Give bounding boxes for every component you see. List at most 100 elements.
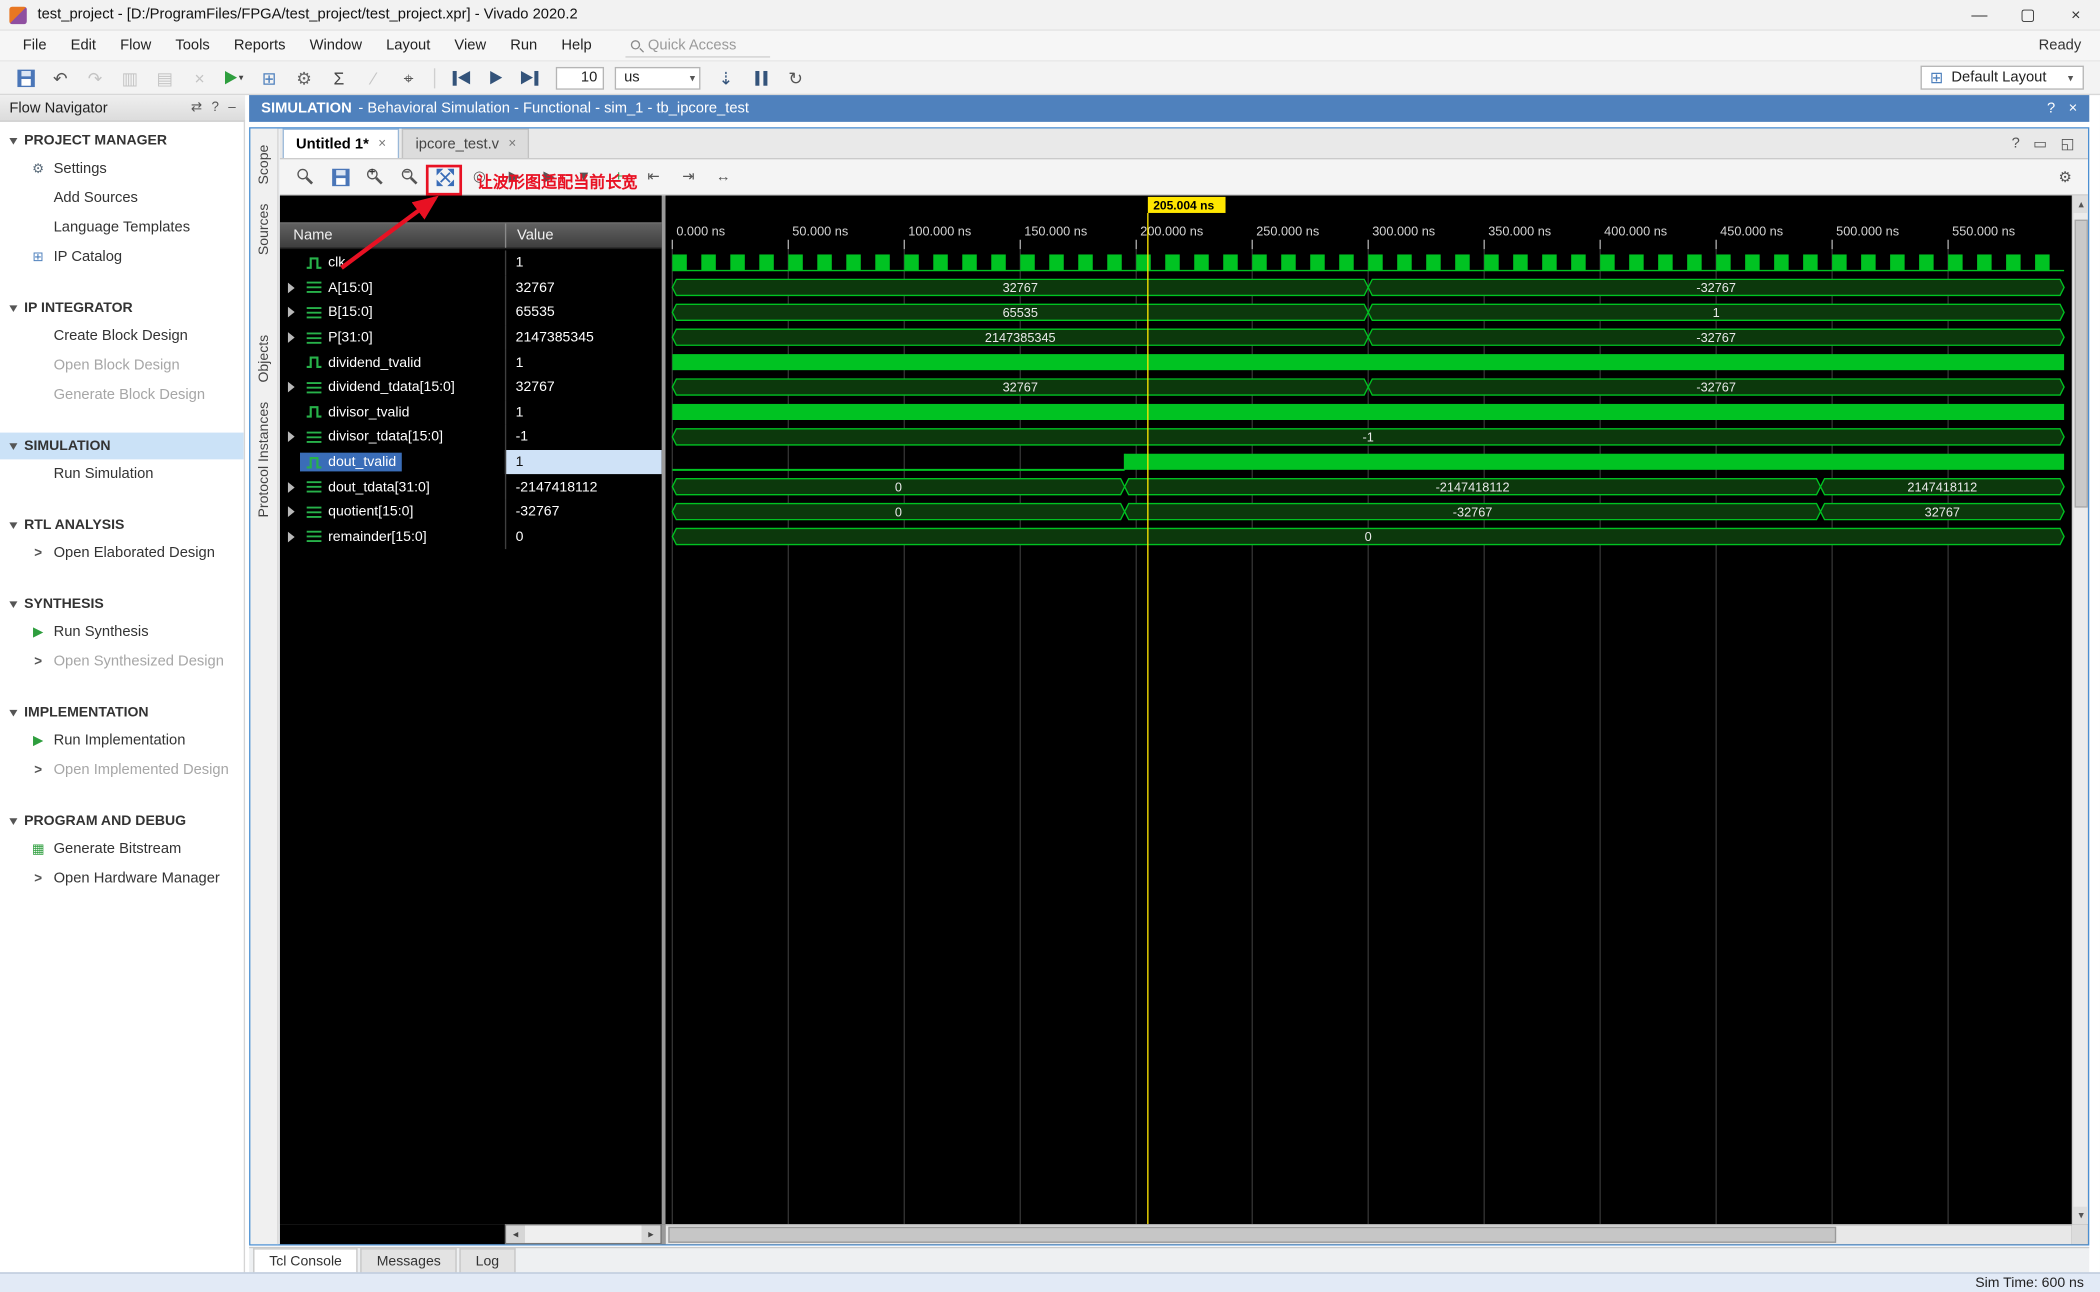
menu-edit[interactable]: Edit <box>59 33 109 57</box>
signal-row-p-31-0[interactable]: P[31:0] 2147385345 <box>280 325 662 351</box>
save-waveform-button[interactable] <box>328 165 352 189</box>
waveform-canvas[interactable]: 0.000 ns 50.000 ns 100.000 ns 150.000 ns 200… <box>665 195 2072 1225</box>
flownav-item-run-simulation[interactable]: Run Simulation <box>0 459 244 488</box>
scroll-up-icon[interactable]: ▴ <box>2073 195 2088 213</box>
run-to-time-button[interactable]: ▶ <box>537 165 561 189</box>
bottom-tab-tcl-console[interactable]: Tcl Console <box>253 1248 358 1273</box>
play-from-cursor-button[interactable]: ▶ <box>502 165 526 189</box>
pause-button[interactable] <box>746 64 775 91</box>
time-unit-select[interactable]: us ▾ <box>614 66 701 90</box>
flownav-item-language-templates[interactable]: Language Templates <box>0 213 244 242</box>
flownav-item-open-hardware-manager[interactable]: > Open Hardware Manager <box>0 864 244 893</box>
bottom-tab-log[interactable]: Log <box>459 1248 516 1273</box>
signal-row-dividend-tdata-15-0[interactable]: dividend_tdata[15:0] 32767 <box>280 374 662 400</box>
side-tab-objects[interactable]: Objects <box>256 335 272 383</box>
signal-row-a-15-0[interactable]: A[15:0] 32767 <box>280 275 662 301</box>
expand-icon[interactable] <box>287 282 295 294</box>
settings-button[interactable]: ⚙ <box>289 64 318 91</box>
save-button[interactable] <box>11 64 40 91</box>
side-tab-scope[interactable]: Scope <box>256 145 272 185</box>
wave-hscroll[interactable] <box>665 1224 2072 1245</box>
relaunch-simulation-button[interactable]: ↻ <box>781 64 810 91</box>
add-marker-button[interactable]: + <box>607 165 631 189</box>
expand-icon[interactable] <box>287 307 295 319</box>
banner-help-icon[interactable]: ? <box>2047 100 2055 116</box>
flownav-item-open-synthesized-design[interactable]: > Open Synthesized Design <box>0 647 244 676</box>
flownav-section-project-manager[interactable]: PROJECT MANAGER <box>0 127 244 154</box>
delete-button[interactable]: × <box>185 64 214 91</box>
signal-row-divisor-tvalid[interactable]: divisor_tvalid 1 <box>280 399 662 425</box>
vscroll-thumb[interactable] <box>2074 219 2088 508</box>
navigator-collapse-icon[interactable]: ‒ <box>228 100 235 115</box>
flownav-item-run-implementation[interactable]: ▶ Run Implementation <box>0 726 244 755</box>
maximize-icon[interactable]: ▢ <box>2004 0 2052 29</box>
next-marker-button[interactable]: ▼ <box>572 165 596 189</box>
flownav-item-open-block-design[interactable]: Open Block Design <box>0 351 244 380</box>
flownav-item-run-synthesis[interactable]: ▶ Run Synthesis <box>0 617 244 646</box>
goto-next-transition-button[interactable]: ⇥ <box>676 165 700 189</box>
menu-tools[interactable]: Tools <box>163 33 222 57</box>
menu-file[interactable]: File <box>11 33 59 57</box>
value-column-header[interactable]: Value <box>504 223 662 248</box>
menu-run[interactable]: Run <box>498 33 549 57</box>
zoom-in-button[interactable]: + <box>363 165 387 189</box>
minimize-icon[interactable]: — <box>1955 0 2003 29</box>
signal-row-remainder-15-0[interactable]: remainder[15:0] 0 <box>280 524 662 550</box>
signal-row-divisor-tdata-15-0[interactable]: divisor_tdata[15:0] -1 <box>280 424 662 450</box>
bottom-tab-messages[interactable]: Messages <box>360 1248 457 1273</box>
report-button[interactable]: Σ <box>324 64 353 91</box>
probe-button[interactable]: ⌖ <box>394 64 423 91</box>
zoom-to-cursor-button[interactable]: ◎ <box>467 165 491 189</box>
tab-untitled-1[interactable]: Untitled 1* × <box>282 128 400 159</box>
expand-icon[interactable] <box>287 531 295 543</box>
layout-select[interactable]: ⊞ Default Layout ▾ <box>1920 65 2084 90</box>
banner-close-icon[interactable]: × <box>2069 100 2078 116</box>
menu-layout[interactable]: Layout <box>374 33 442 57</box>
menu-reports[interactable]: Reports <box>222 33 298 57</box>
run-for-time-button[interactable] <box>516 64 545 91</box>
flownav-item-generate-block-design[interactable]: Generate Block Design <box>0 380 244 409</box>
copy-button[interactable]: ▥ <box>115 64 144 91</box>
window-help-icon[interactable]: ? <box>2012 135 2020 151</box>
flownav-item-create-block-design[interactable]: Create Block Design <box>0 321 244 350</box>
dashboard-button[interactable]: ⊞ <box>254 64 283 91</box>
float-window-icon[interactable]: ▭ <box>2033 135 2047 152</box>
run-all-button[interactable] <box>481 64 510 91</box>
run-button[interactable]: ▾ <box>220 64 249 91</box>
swap-cursors-button[interactable]: ↔ <box>711 165 735 189</box>
edit-button[interactable]: ∕ <box>359 64 388 91</box>
flownav-section-implementation[interactable]: IMPLEMENTATION <box>0 699 244 726</box>
name-panel-hscroll[interactable]: ◂ ▸ <box>504 1224 662 1245</box>
flownav-section-rtl-analysis[interactable]: RTL ANALYSIS <box>0 512 244 539</box>
flownav-section-synthesis[interactable]: SYNTHESIS <box>0 591 244 618</box>
toggle-navigator-icon[interactable]: ⇄ <box>191 100 202 115</box>
scroll-down-icon[interactable]: ▾ <box>2073 1206 2088 1225</box>
flownav-item-settings[interactable]: ⚙ Settings <box>0 154 244 183</box>
expand-icon[interactable] <box>287 332 295 343</box>
expand-icon[interactable] <box>287 481 295 493</box>
signal-row-b-15-0[interactable]: B[15:0] 65535 <box>280 300 662 326</box>
undo-button[interactable]: ↶ <box>46 64 75 91</box>
menu-view[interactable]: View <box>442 33 498 57</box>
quick-access-input[interactable]: Quick Access <box>625 34 770 57</box>
flownav-item-generate-bitstream[interactable]: ▦ Generate Bitstream <box>0 834 244 863</box>
signal-row-dout-tvalid[interactable]: dout_tvalid 1 <box>280 449 662 475</box>
signal-row-quotient-15-0[interactable]: quotient[15:0] -32767 <box>280 499 662 525</box>
maximize-window-icon[interactable]: ◱ <box>2061 135 2075 152</box>
hscroll-thumb[interactable] <box>668 1226 1837 1243</box>
redo-button[interactable]: ↷ <box>80 64 109 91</box>
goto-prev-transition-button[interactable]: ⇤ <box>642 165 666 189</box>
find-button[interactable] <box>293 165 317 189</box>
expand-icon[interactable] <box>287 382 295 393</box>
scroll-right-icon[interactable]: ▸ <box>641 1225 661 1243</box>
close-icon[interactable]: × <box>508 137 516 152</box>
flownav-item-add-sources[interactable]: Add Sources <box>0 183 244 212</box>
hscroll-track[interactable] <box>524 1225 642 1243</box>
flownav-item-ip-catalog[interactable]: ⊞ IP Catalog <box>0 242 244 271</box>
flownav-item-open-elaborated-design[interactable]: > Open Elaborated Design <box>0 538 244 567</box>
close-icon[interactable]: × <box>2052 0 2100 29</box>
flownav-section-program-and-debug[interactable]: PROGRAM AND DEBUG <box>0 808 244 835</box>
paste-button[interactable]: ▤ <box>150 64 179 91</box>
signal-row-dividend-tvalid[interactable]: dividend_tvalid 1 <box>280 350 662 375</box>
zoom-out-button[interactable]: − <box>398 165 422 189</box>
